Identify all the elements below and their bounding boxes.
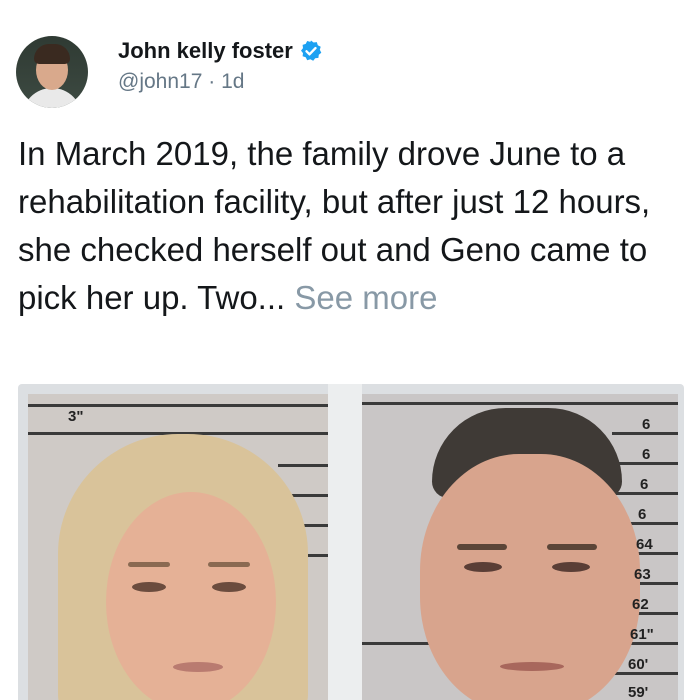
mugshot-right[interactable]: 6 6 6 6 64 63 62 61" 60' 59' [362,394,678,700]
man-eye-right [552,562,590,572]
meta-separator: · [208,70,216,93]
height-label: 6 [638,506,647,523]
author-name-row: John kelly foster [118,38,323,64]
height-label: 62 [632,596,649,613]
avatar-hair [34,44,70,64]
height-ruler-line [278,464,328,467]
height-label: 6 [642,446,651,463]
tweet-timestamp[interactable]: 1d [221,70,244,93]
height-label: 6 [640,476,649,493]
avatar-shirt [22,88,82,108]
woman-eye-right [212,582,246,592]
author-display-name[interactable]: John kelly foster [118,38,293,64]
author-meta: @john17 · 1d [118,70,323,94]
height-label: 63 [634,566,651,583]
tweet-media[interactable]: 3" 6 6 6 6 64 63 62 61" 60' 59' [18,384,684,700]
tweet-body: In March 2019, the family drove June to … [18,130,688,322]
height-label: 59' [628,684,649,700]
woman-mouth [173,662,223,672]
woman-brow-left [128,562,170,567]
man-eye-left [464,562,502,572]
man-brow-left [457,544,507,550]
man-mouth [500,662,564,671]
height-label: 3" [68,408,84,425]
author-handle[interactable]: @john17 [118,70,202,93]
height-label: 61" [630,626,654,643]
height-label: 6 [642,416,651,433]
photo-divider [328,384,362,700]
author-info: John kelly foster @john17 · 1d [118,38,323,94]
verified-badge-icon [300,40,322,61]
mugshot-left[interactable]: 3" [28,394,328,700]
height-ruler-line [362,402,678,405]
avatar[interactable] [16,36,88,108]
see-more-link[interactable]: See more [294,279,437,316]
woman-eye-left [132,582,166,592]
height-ruler-line [28,404,328,407]
tweet-header: John kelly foster @john17 · 1d [16,36,323,108]
height-label: 64 [636,536,653,553]
woman-brow-right [208,562,250,567]
man-brow-right [547,544,597,550]
height-label: 60' [628,656,649,673]
